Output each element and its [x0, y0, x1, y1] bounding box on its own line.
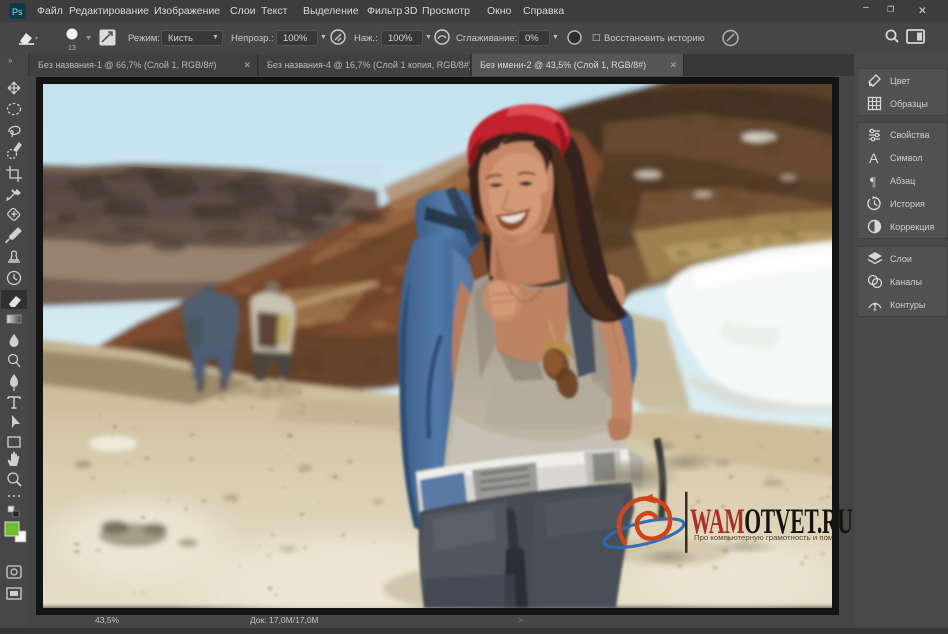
svg-text:¶: ¶ — [870, 174, 876, 188]
svg-text:A: A — [869, 150, 879, 165]
svg-text:13: 13 — [68, 45, 76, 52]
svg-text:Ps: Ps — [12, 7, 23, 17]
